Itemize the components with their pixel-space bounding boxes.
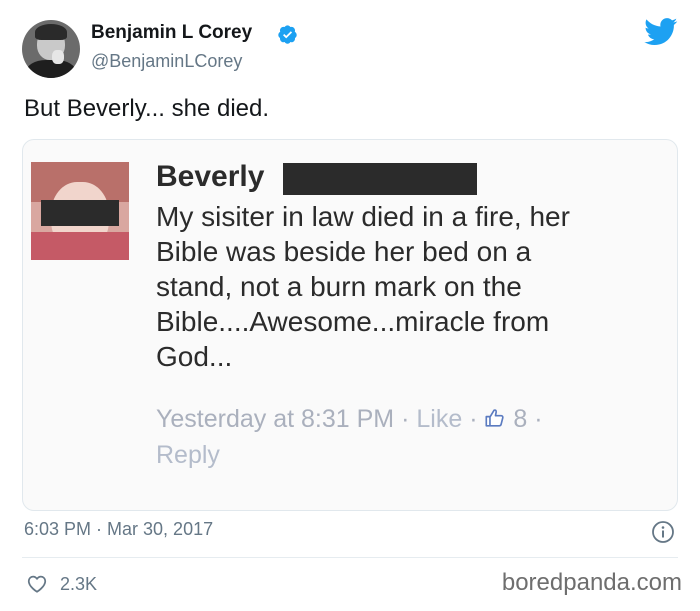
like-count-label: 2.3K	[60, 573, 98, 594]
meta-separator: ·	[534, 405, 543, 433]
twitter-bird-icon[interactable]	[644, 18, 678, 46]
comment-time: Yesterday at 8:31 PM	[156, 405, 395, 433]
commenter-photo	[31, 162, 129, 260]
embedded-facebook-post: Beverly My sisiter in law died in a fire…	[22, 139, 678, 511]
meta-separator: ·	[401, 405, 410, 433]
author-avatar[interactable]	[22, 20, 80, 78]
comment-line: Bible....Awesome...miracle from	[156, 306, 550, 337]
photo-redaction-bar	[41, 200, 119, 226]
info-icon[interactable]	[651, 520, 675, 544]
comment-line: God...	[156, 341, 233, 372]
comment-like-count: 8	[513, 405, 528, 433]
author-display-name[interactable]: Benjamin L Corey	[91, 22, 252, 44]
like-button[interactable]: 2.3K	[26, 571, 97, 597]
name-redaction-bar	[283, 163, 477, 195]
author-handle[interactable]: @BenjaminLCorey	[91, 51, 242, 72]
comment-line: My sisiter in law died in a fire, her	[156, 201, 570, 232]
thumbs-up-icon	[485, 409, 505, 427]
watermark: boredpanda.com	[501, 569, 682, 596]
divider	[22, 557, 678, 558]
comment-line: Bible was beside her bed on a	[156, 236, 532, 267]
comment-text: My sisiter in law died in a fire, her Bi…	[156, 199, 676, 374]
tweet-card: Benjamin L Corey @BenjaminLCorey But Bev…	[0, 0, 700, 611]
tweet-timestamp[interactable]: 6:03 PM · Mar 30, 2017	[24, 519, 213, 540]
commenter-name: Beverly	[156, 160, 265, 193]
heart-icon[interactable]	[26, 573, 48, 595]
verified-badge-icon	[278, 25, 297, 44]
comment-like-link: Like	[416, 405, 463, 433]
comment-reply-link: Reply	[156, 441, 220, 469]
comment-meta: Yesterday at 8:31 PM · Like · 8 · Reply	[156, 401, 543, 473]
comment-line: stand, not a burn mark on the	[156, 271, 522, 302]
tweet-text: But Beverly... she died.	[24, 95, 270, 122]
meta-separator: ·	[469, 405, 478, 433]
